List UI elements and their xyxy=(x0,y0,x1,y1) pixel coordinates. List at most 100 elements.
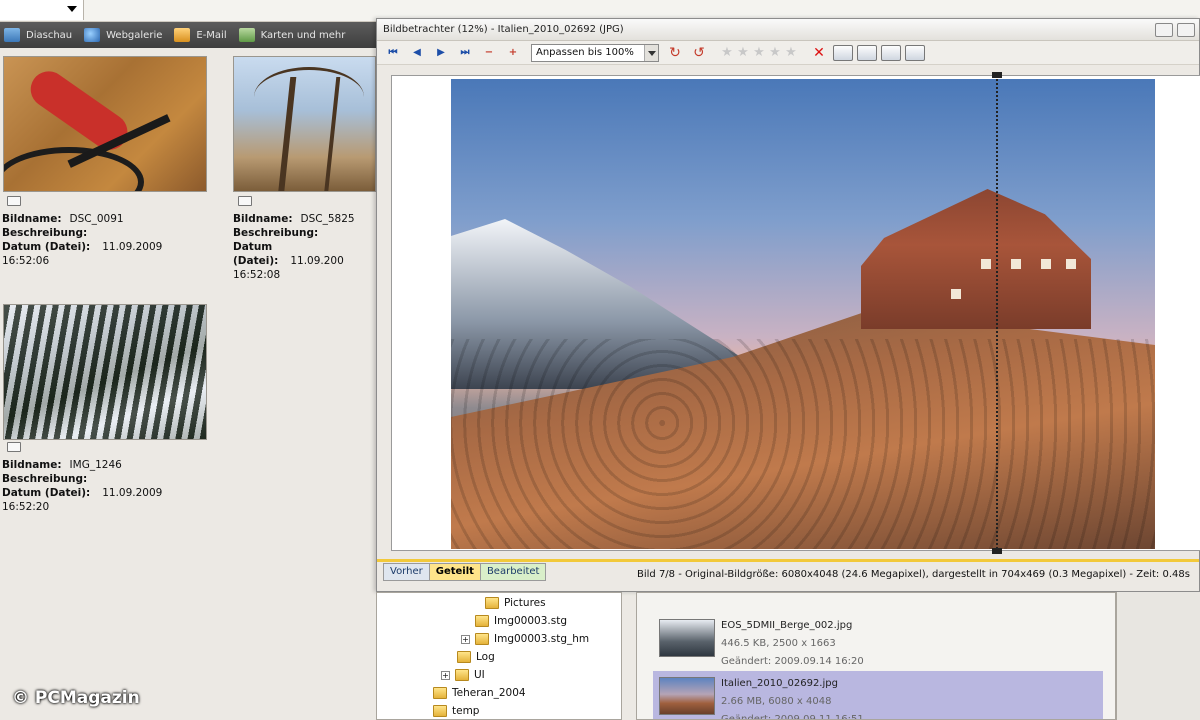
compare-icon[interactable] xyxy=(833,44,853,61)
web-gallery-label: Webgalerie xyxy=(106,29,163,41)
window-mode-icon[interactable] xyxy=(905,44,925,61)
expand-icon[interactable]: + xyxy=(461,634,470,644)
list-item[interactable]: Italien_2010_02692.jpg 2.66 MB, 6080 x 4… xyxy=(653,671,1103,720)
viewer-toolbar: ⏮ ◀ ▶ ⏭ − + Anpassen bis 100% ↻ ↺ ★ ★ ★ … xyxy=(377,41,1199,65)
tree-item-label: Img00003.stg_hm xyxy=(494,633,590,645)
chevron-down-icon[interactable] xyxy=(67,6,77,12)
previous-image-icon[interactable]: ◀ xyxy=(407,44,427,62)
tree-item[interactable]: Img00003.stg xyxy=(475,615,567,627)
tree-item[interactable]: Log xyxy=(457,651,495,663)
web-gallery-icon xyxy=(84,28,101,42)
star-icon[interactable]: ★ xyxy=(783,45,799,60)
web-gallery-button[interactable]: Webgalerie xyxy=(80,24,170,46)
description-label: Beschreibung: xyxy=(2,227,88,239)
thumbnail-image[interactable] xyxy=(233,56,376,192)
next-image-icon[interactable]: ▶ xyxy=(431,44,451,62)
select-checkbox[interactable] xyxy=(238,196,252,206)
split-handle-bottom[interactable] xyxy=(992,548,1002,554)
cards-label: Karten und mehr xyxy=(260,29,346,41)
tab-edited[interactable]: Bearbeitet xyxy=(479,563,547,581)
hut-window xyxy=(1066,259,1076,269)
main-toolbar: Diaschau Webgalerie E-Mail Karten und me… xyxy=(0,22,380,48)
folder-icon xyxy=(485,597,499,609)
file-thumbnail xyxy=(659,677,715,715)
first-image-icon[interactable]: ⏮ xyxy=(383,44,403,62)
photo-hut xyxy=(861,189,1091,329)
tree-item-label: Log xyxy=(476,651,495,663)
thumbnail-image[interactable] xyxy=(3,304,207,440)
fit-view-icon[interactable] xyxy=(857,44,877,61)
thumbnail-image[interactable] xyxy=(3,56,207,192)
email-button[interactable]: E-Mail xyxy=(170,24,234,46)
photo-rocks xyxy=(451,339,1155,549)
list-item[interactable]: EOS_5DMII_Berge_002.jpg 446.5 KB, 2500 x… xyxy=(653,613,1103,669)
last-image-icon[interactable]: ⏭ xyxy=(455,44,475,62)
image-status: Bild 7/8 - Original-Bildgröße: 6080x4048… xyxy=(637,569,1190,580)
tree-item-label: Pictures xyxy=(504,597,546,609)
delete-icon[interactable]: ✕ xyxy=(809,45,829,61)
description-label: Beschreibung: xyxy=(233,227,319,239)
expand-icon[interactable]: + xyxy=(441,670,450,680)
tree-item[interactable]: Pictures xyxy=(485,597,546,609)
split-divider[interactable] xyxy=(996,79,998,549)
image-time: 16:52:08 xyxy=(233,269,281,281)
viewer-title: Bildbetrachter (12%) - Italien_2010_0269… xyxy=(383,24,624,35)
image-name: DSC_0091 xyxy=(69,213,124,225)
file-name: Italien_2010_02692.jpg xyxy=(721,678,838,689)
tree-item[interactable]: Teheran_2004 xyxy=(433,687,526,699)
file-changed: Geändert: 2009.09.11 16:51 xyxy=(721,714,864,720)
rotate-right-icon[interactable]: ↻ xyxy=(665,44,685,62)
image-time: 16:52:20 xyxy=(2,501,50,513)
file-list: EOS_5DMII_Berge_002.jpg 446.5 KB, 2500 x… xyxy=(636,592,1116,720)
date-label: Datum (Datei): xyxy=(2,241,91,253)
hut-window xyxy=(1011,259,1021,269)
zoom-select[interactable]: Anpassen bis 100% xyxy=(531,43,659,62)
file-size: 446.5 KB, 2500 x 1663 xyxy=(721,638,836,649)
zoom-select-value: Anpassen bis 100% xyxy=(536,46,634,58)
folder-icon xyxy=(457,651,471,663)
thumbnail-meta: Bildname: DSC_5825 Beschreibung: Datum (D… xyxy=(233,212,376,282)
image-canvas[interactable] xyxy=(391,72,1200,554)
star-icon[interactable]: ★ xyxy=(735,45,751,60)
zoom-in-icon[interactable]: + xyxy=(503,44,523,62)
slideshow-button[interactable]: Diaschau xyxy=(0,24,80,46)
rating-stars[interactable]: ★ ★ ★ ★ ★ xyxy=(719,45,799,60)
image-name: DSC_5825 xyxy=(300,213,355,225)
tree-item[interactable]: + UI xyxy=(441,669,485,681)
main-photo[interactable] xyxy=(451,79,1155,549)
slideshow-icon xyxy=(4,28,20,42)
star-icon[interactable]: ★ xyxy=(767,45,783,60)
image-name: IMG_1246 xyxy=(69,459,122,471)
tab-before[interactable]: Vorher xyxy=(383,563,430,581)
tree-item-label: Img00003.stg xyxy=(494,615,567,627)
chevron-down-icon[interactable] xyxy=(644,44,658,61)
tree-item[interactable]: temp xyxy=(433,705,479,717)
cards-icon xyxy=(238,28,255,42)
file-changed: Geändert: 2009.09.14 16:20 xyxy=(721,656,864,667)
zoom-out-icon[interactable]: − xyxy=(479,44,499,62)
folder-dropdown[interactable] xyxy=(0,0,84,20)
file-name: EOS_5DMII_Berge_002.jpg xyxy=(721,620,853,631)
app-window: Diaschau Webgalerie E-Mail Karten und me… xyxy=(0,0,1200,720)
viewer-titlebar[interactable]: Bildbetrachter (12%) - Italien_2010_0269… xyxy=(377,19,1199,41)
cards-button[interactable]: Karten und mehr xyxy=(235,24,354,46)
rotate-left-icon[interactable]: ↺ xyxy=(689,44,709,62)
split-handle-top[interactable] xyxy=(992,72,1002,78)
tab-split[interactable]: Geteilt xyxy=(428,563,481,581)
email-icon xyxy=(174,28,191,42)
fullscreen-icon[interactable] xyxy=(881,44,901,61)
select-checkbox[interactable] xyxy=(7,196,21,206)
folder-icon xyxy=(475,633,489,645)
minimize-button[interactable] xyxy=(1155,23,1173,37)
file-info: EOS_5DMII_Berge_002.jpg 446.5 KB, 2500 x… xyxy=(721,617,864,671)
star-icon[interactable]: ★ xyxy=(719,45,735,60)
tree-item-label: Teheran_2004 xyxy=(452,687,526,699)
maximize-button[interactable] xyxy=(1177,23,1195,37)
tree-item[interactable]: + Img00003.stg_hm xyxy=(461,633,589,645)
select-checkbox[interactable] xyxy=(7,442,21,452)
star-icon[interactable]: ★ xyxy=(751,45,767,60)
date-label: Datum (Datei): xyxy=(233,241,279,267)
thumbnail-meta: Bildname: DSC_0091 Beschreibung: Datum (D… xyxy=(2,212,162,268)
folder-tree: Pictures Img00003.stg + Img00003.stg_hm … xyxy=(376,592,622,720)
description-label: Beschreibung: xyxy=(2,473,88,485)
